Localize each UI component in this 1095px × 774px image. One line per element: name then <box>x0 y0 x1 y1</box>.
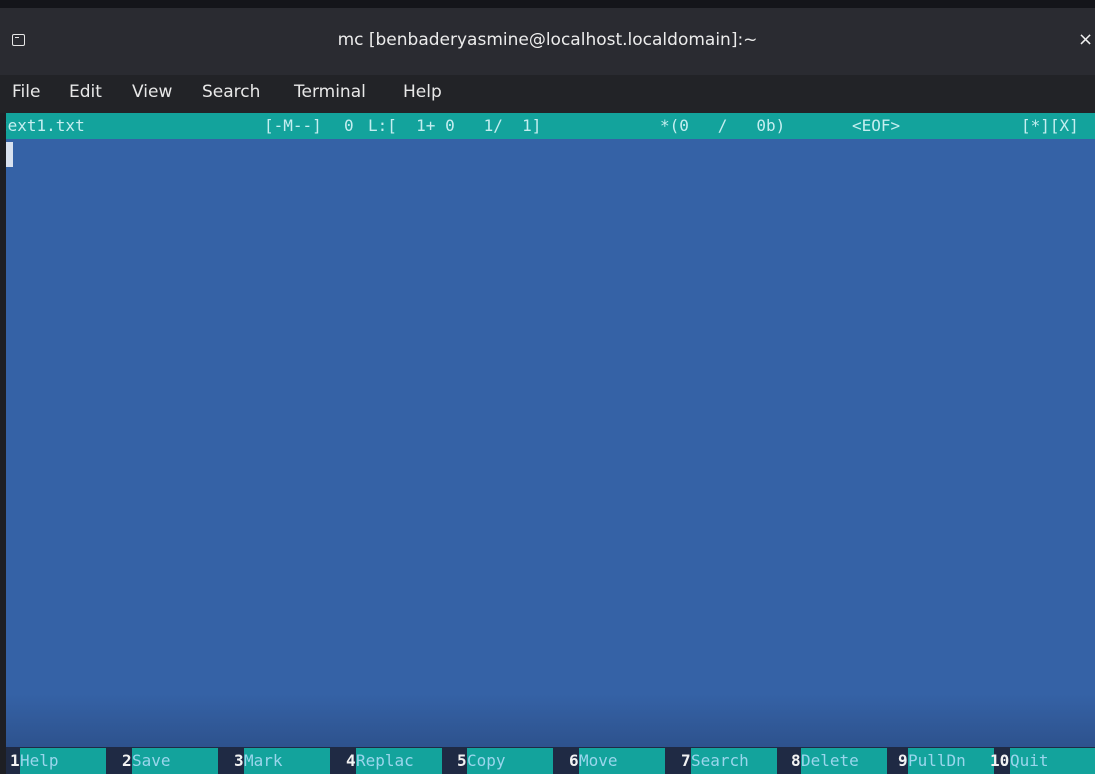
menu-view[interactable]: View <box>132 81 172 103</box>
f8-delete-key[interactable]: 8 Delete <box>787 748 887 774</box>
editor-status-bar: text1.txt [-M--] 0 L:[ 1+ 0 1/ 1] *(0 / … <box>6 113 1095 139</box>
window-buttons[interactable]: [*][X] <box>1021 113 1079 139</box>
menu-file[interactable]: File <box>12 81 40 103</box>
f9-pulldown-key[interactable]: 9 PullDn <box>894 748 994 774</box>
f6-move-key[interactable]: 6 Move <box>565 748 665 774</box>
function-key-bar: 1 Help 2 Save 3 Mark 4 Replac 5 Copy 6 M… <box>6 747 1095 774</box>
terminal-window: mc [benbaderyasmine@localhost.localdomai… <box>0 0 1095 774</box>
file-name: text1.txt <box>6 116 85 135</box>
line-info: L:[ 1+ 0 1/ 1] <box>368 116 542 135</box>
f7-search-key[interactable]: 7 Search <box>677 748 777 774</box>
menu-terminal[interactable]: Terminal <box>294 81 366 103</box>
f5-copy-key[interactable]: 5 Copy <box>453 748 553 774</box>
f10-quit-key[interactable]: 10 Quit <box>986 748 1095 774</box>
char-info: *(0 / 0b) <box>660 116 786 135</box>
title-bar: mc [benbaderyasmine@localhost.localdomai… <box>0 0 1095 75</box>
modified-flags: [-M--] <box>264 116 322 135</box>
f3-mark-key[interactable]: 3 Mark <box>230 748 330 774</box>
menu-search[interactable]: Search <box>202 81 260 103</box>
window-title: mc [benbaderyasmine@localhost.localdomai… <box>337 30 758 50</box>
close-icon[interactable]: × <box>1078 28 1095 52</box>
menu-bar: File Edit View Search Terminal Help <box>0 75 1095 113</box>
text-cursor <box>6 142 13 167</box>
column-number: 0 <box>344 116 354 135</box>
f2-save-key[interactable]: 2 Save <box>118 748 218 774</box>
menu-help[interactable]: Help <box>403 81 442 103</box>
menu-edit[interactable]: Edit <box>69 81 102 103</box>
f4-replace-key[interactable]: 4 Replac <box>342 748 442 774</box>
terminal-area[interactable]: text1.txt [-M--] 0 L:[ 1+ 0 1/ 1] *(0 / … <box>6 113 1095 774</box>
f1-help-key[interactable]: 1 Help <box>6 748 106 774</box>
eof-marker: <EOF> <box>852 116 901 135</box>
